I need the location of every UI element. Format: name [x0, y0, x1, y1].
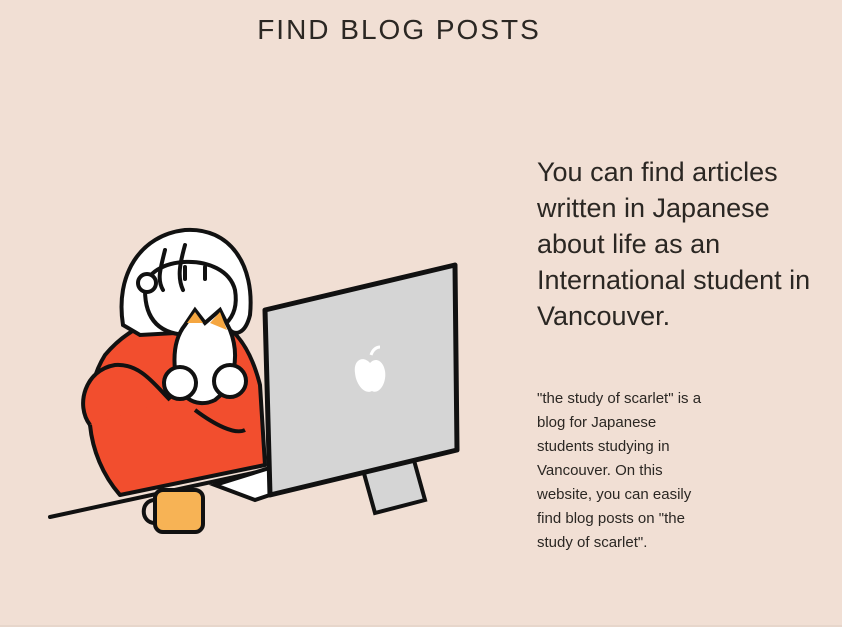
woman-with-cat-at-computer-illustration — [48, 227, 460, 534]
hero-headline: You can find articles written in Japanes… — [537, 157, 811, 331]
page-title: FIND BLOG POSTS — [257, 14, 541, 45]
hero-description: "the study of scarlet" is a blog for Jap… — [537, 390, 702, 551]
